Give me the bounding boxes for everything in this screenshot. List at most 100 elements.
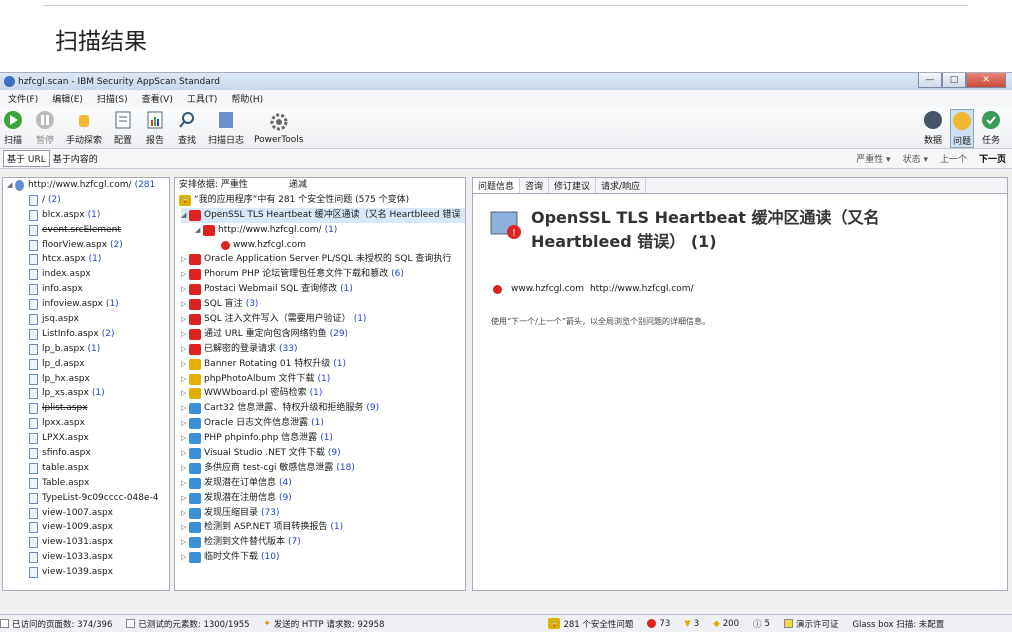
next-button[interactable]: 下一页 xyxy=(979,152,1006,165)
url-tree-item[interactable]: view-1033.aspx xyxy=(29,550,169,565)
expand-arrow-icon[interactable]: ◢ xyxy=(181,208,189,223)
menu-edit[interactable]: 编辑(E) xyxy=(52,92,83,105)
issue-tree-item[interactable]: ▷ Visual Studio .NET 文件下载 (9) xyxy=(181,446,465,461)
prev-button[interactable]: 上一个 xyxy=(940,152,967,165)
url-tree-item[interactable]: event.srcElement xyxy=(29,223,169,238)
scan-log-button[interactable]: 扫描日志 xyxy=(208,109,244,146)
expand-arrow-icon[interactable]: ▷ xyxy=(181,327,189,342)
issue-tree-item[interactable]: ▷ WWWboard.pl 密码检索 (1) xyxy=(181,386,465,401)
pause-button[interactable]: 暂停 xyxy=(34,109,56,146)
issue-tree-item[interactable]: ▷ Cart32 信息泄露、特权升级和拒绝服务 (9) xyxy=(181,401,465,416)
url-tree-item[interactable]: TypeList-9c09cccc-048e-4 xyxy=(29,491,169,506)
expand-arrow-icon[interactable]: ▷ xyxy=(181,550,189,565)
expand-arrow-icon[interactable]: ▷ xyxy=(181,431,189,446)
issue-tree-item[interactable]: ▷ 检测到 ASP.NET 项目转换报告 (1) xyxy=(181,520,465,535)
url-tree-item[interactable]: lpxx.aspx xyxy=(29,416,169,431)
menu-tools[interactable]: 工具(T) xyxy=(187,92,218,105)
issue-url-child[interactable]: ◢ http://www.hzfcgl.com/(1) xyxy=(181,223,465,238)
expand-arrow-icon[interactable]: ▷ xyxy=(181,476,189,491)
tasks-view-button[interactable]: 任务 xyxy=(980,109,1002,148)
expand-arrow-icon[interactable]: ▷ xyxy=(181,267,189,282)
minimize-button[interactable]: — xyxy=(918,73,942,88)
report-button[interactable]: 报告 xyxy=(144,109,166,146)
issue-tree-item[interactable]: ▷ SQL 盲注 (3) xyxy=(181,297,465,312)
issue-tree-item[interactable]: ▷ 发现潜在注册信息 (9) xyxy=(181,491,465,506)
issue-tree-item[interactable]: ▷ 多供应商 test-cgi 敏感信息泄露 (18) xyxy=(181,461,465,476)
issue-tree-item[interactable]: ▷ 检测到文件替代版本 (7) xyxy=(181,535,465,550)
tab-advisory[interactable]: 咨询 xyxy=(520,178,550,193)
url-tree-item[interactable]: blcx.aspx (1) xyxy=(29,208,169,223)
menu-file[interactable]: 文件(F) xyxy=(8,92,38,105)
expand-arrow-icon[interactable]: ▷ xyxy=(181,446,189,461)
issue-tree-item[interactable]: ◢ OpenSSL TLS Heartbeat 缓冲区通读（又名 Heartble… xyxy=(181,207,465,223)
url-tree-item[interactable]: floorView.aspx (2) xyxy=(29,238,169,253)
url-tree-root[interactable]: ◢ http://www.hzfcgl.com/ (281 xyxy=(7,178,169,193)
find-button[interactable]: 查找 xyxy=(176,109,198,146)
maximize-button[interactable]: □ xyxy=(942,73,966,88)
url-tree-item[interactable]: lplist.aspx xyxy=(29,401,169,416)
issue-tree-item[interactable]: ▷ 发现压缩目录 (73) xyxy=(181,506,465,521)
issue-tree-item[interactable]: ▷ 发现潜在订单信息 (4) xyxy=(181,476,465,491)
expand-arrow-icon[interactable]: ▷ xyxy=(181,372,189,387)
issue-tree-item[interactable]: ▷ 已解密的登录请求 (33) xyxy=(181,342,465,357)
issue-tree-item[interactable]: ▷ 通过 URL 重定向包含网络钓鱼 (29) xyxy=(181,327,465,342)
data-view-button[interactable]: 数据 xyxy=(922,109,944,148)
config-button[interactable]: 配置 xyxy=(112,109,134,146)
tab-issue-info[interactable]: 问题信息 xyxy=(473,178,521,193)
expand-arrow-icon[interactable]: ▷ xyxy=(181,401,189,416)
url-tree-item[interactable]: htcx.aspx (1) xyxy=(29,252,169,267)
url-tree-item[interactable]: view-1039.aspx xyxy=(29,565,169,580)
url-tree-item[interactable]: view-1007.aspx xyxy=(29,506,169,521)
url-tree-item[interactable]: LPXX.aspx xyxy=(29,431,169,446)
issue-tree-item[interactable]: ▷ 临时文件下载 (10) xyxy=(181,550,465,565)
expand-arrow-icon[interactable]: ▷ xyxy=(181,491,189,506)
url-tree-item[interactable]: infoview.aspx (1) xyxy=(29,297,169,312)
issue-tree-item[interactable]: ▷ Banner Rotating 01 特权升级 (1) xyxy=(181,357,465,372)
issue-tree-item[interactable]: ▷ Phorum PHP 论坛管理包任意文件下载和篡改 (6) xyxy=(181,267,465,282)
expand-arrow-icon[interactable]: ▷ xyxy=(181,506,189,521)
url-tree-item[interactable]: / (2) xyxy=(29,193,169,208)
issue-tree-item[interactable]: ▷ Postaci Webmail SQL 查询修改 (1) xyxy=(181,282,465,297)
url-tree-item[interactable]: info.aspx xyxy=(29,282,169,297)
url-tree-item[interactable]: lp_d.aspx xyxy=(29,357,169,372)
expand-arrow-icon[interactable]: ▷ xyxy=(181,386,189,401)
expand-arrow-icon[interactable]: ▷ xyxy=(181,252,189,267)
issue-tree-item[interactable]: ▷ phpPhotoAlbum 文件下载 (1) xyxy=(181,372,465,387)
url-tree-item[interactable]: Table.aspx xyxy=(29,476,169,491)
url-tree-item[interactable]: lp_b.aspx (1) xyxy=(29,342,169,357)
issues-view-button[interactable]: 问题 xyxy=(950,109,974,148)
url-tree-item[interactable]: view-1031.aspx xyxy=(29,535,169,550)
manual-explore-button[interactable]: 手动探索 xyxy=(66,109,102,146)
expand-arrow-icon[interactable]: ▷ xyxy=(181,282,189,297)
by-url-button[interactable]: 基于 URL xyxy=(3,150,50,167)
issue-host-grandchild[interactable]: www.hzfcgl.com xyxy=(181,238,465,253)
expand-arrow-icon[interactable]: ▷ xyxy=(181,357,189,372)
issue-tree-item[interactable]: ▷ Oracle Application Server PL/SQL 未授权的 S… xyxy=(181,252,465,267)
by-content-button[interactable]: 基于内容的 xyxy=(53,152,98,165)
url-tree-item[interactable]: ListInfo.aspx (2) xyxy=(29,327,169,342)
url-tree-item[interactable]: lp_hx.aspx xyxy=(29,372,169,387)
url-tree-item[interactable]: lp_xs.aspx (1) xyxy=(29,386,169,401)
powertools-button[interactable]: PowerTools xyxy=(254,111,303,145)
issue-tree-item[interactable]: ▷ PHP phpinfo.php 信息泄露 (1) xyxy=(181,431,465,446)
menu-scan[interactable]: 扫描(S) xyxy=(97,92,128,105)
expand-arrow-icon[interactable]: ▷ xyxy=(181,535,189,550)
expand-arrow-icon[interactable]: ▷ xyxy=(181,312,189,327)
close-button[interactable]: ✕ xyxy=(966,73,1006,88)
expand-arrow-icon[interactable]: ▷ xyxy=(181,416,189,431)
url-tree-item[interactable]: table.aspx xyxy=(29,461,169,476)
menu-help[interactable]: 帮助(H) xyxy=(231,92,263,105)
severity-filter[interactable]: 严重性 ▾ xyxy=(856,152,890,165)
url-tree-item[interactable]: jsq.aspx xyxy=(29,312,169,327)
issue-tree-item[interactable]: ▷ SQL 注入文件写入（需要用户验证） (1) xyxy=(181,312,465,327)
url-tree-item[interactable]: sfinfo.aspx xyxy=(29,446,169,461)
expand-arrow-icon[interactable]: ▷ xyxy=(181,520,189,535)
scan-button[interactable]: 扫描 xyxy=(2,109,24,146)
menu-view[interactable]: 查看(V) xyxy=(142,92,173,105)
expand-arrow-icon[interactable]: ▷ xyxy=(181,342,189,357)
expand-arrow-icon[interactable]: ▷ xyxy=(181,297,189,312)
tab-request-response[interactable]: 请求/响应 xyxy=(596,178,647,193)
status-filter[interactable]: 状态 ▾ xyxy=(903,152,928,165)
tab-fix[interactable]: 修订建议 xyxy=(549,178,597,193)
expand-arrow-icon[interactable]: ▷ xyxy=(181,461,189,476)
